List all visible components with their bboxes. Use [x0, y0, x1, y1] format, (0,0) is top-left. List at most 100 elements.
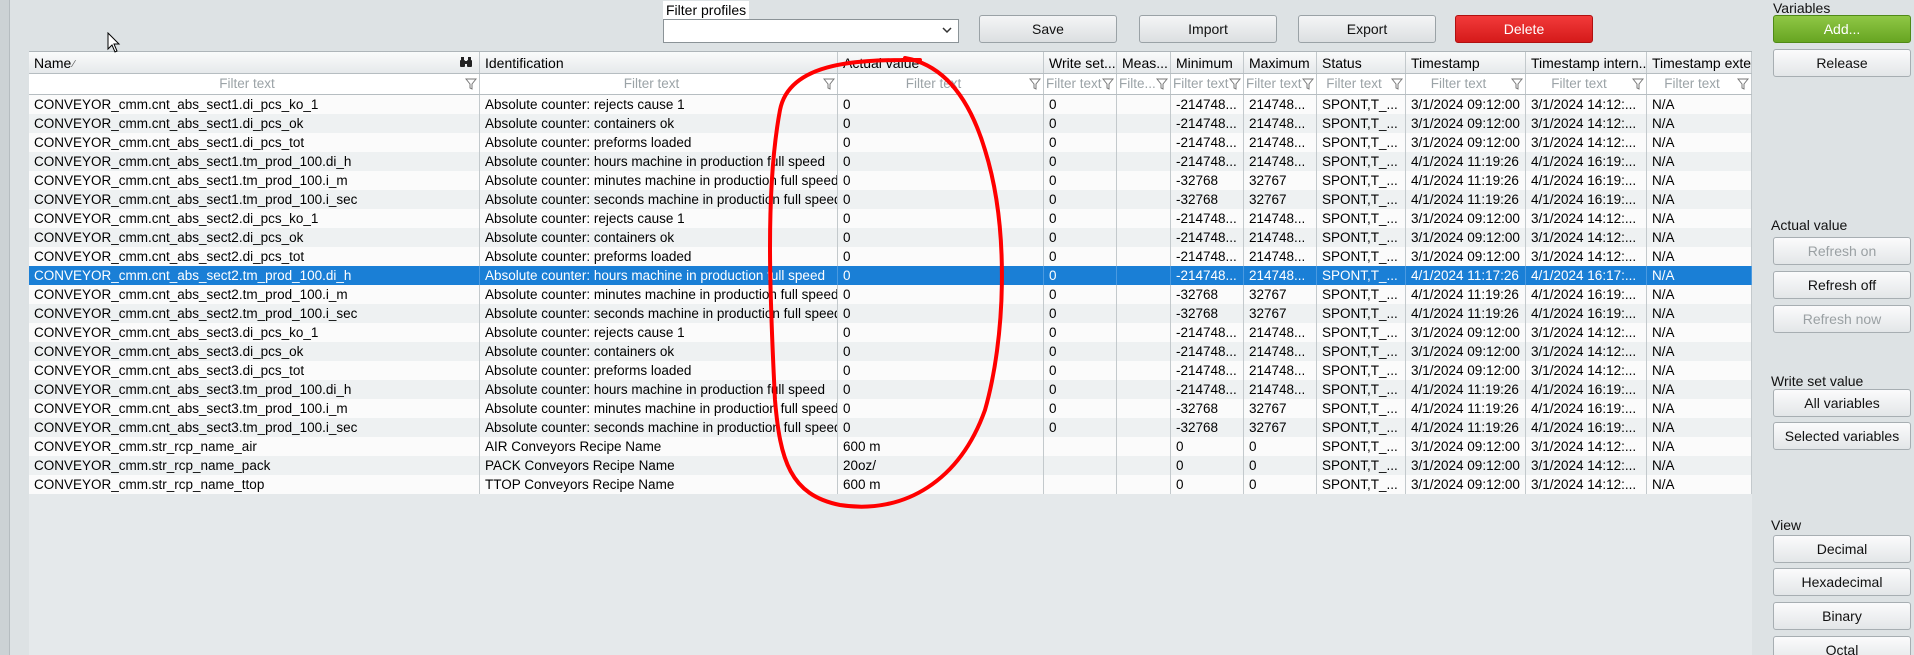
table-row[interactable]: CONVEYOR_cmm.cnt_abs_sect2.di_pcs_tot Abs… [29, 247, 1752, 266]
release-button[interactable]: Release [1773, 49, 1911, 77]
import-button[interactable]: Import [1139, 15, 1277, 43]
filter-funnel-icon[interactable] [823, 78, 835, 90]
table-row[interactable]: CONVEYOR_cmm.cnt_abs_sect3.di_pcs_ok Abso… [29, 342, 1752, 361]
table-cell [1117, 133, 1171, 152]
table-cell: CONVEYOR_cmm.cnt_abs_sect3.di_pcs_tot [29, 361, 480, 380]
table-cell: 0 [838, 418, 1044, 437]
filter-input-10[interactable]: Filter text [1647, 74, 1752, 94]
filter-input-3[interactable]: Filter text [1044, 74, 1117, 94]
filter-input-9[interactable]: Filter text [1526, 74, 1647, 94]
table-cell [1117, 475, 1171, 494]
refresh-on-button[interactable]: Refresh on [1773, 237, 1911, 265]
table-cell: 4/1/2024 11:19:26 [1406, 304, 1526, 323]
filter-input-8[interactable]: Filter text [1406, 74, 1526, 94]
filter-input-5[interactable]: Filter text [1171, 74, 1244, 94]
table-row[interactable]: CONVEYOR_cmm.cnt_abs_sect1.di_pcs_ok Abso… [29, 114, 1752, 133]
refresh-now-button[interactable]: Refresh now [1773, 305, 1911, 333]
filter-input-2[interactable]: Filter text [838, 74, 1044, 94]
column-header-9[interactable]: Timestamp intern... [1526, 52, 1647, 73]
table-cell: SPONT,T_... [1317, 285, 1406, 304]
column-header-7[interactable]: Status [1317, 52, 1406, 73]
table-row[interactable]: CONVEYOR_cmm.cnt_abs_sect1.tm_prod_100.i… [29, 190, 1752, 209]
table-row[interactable]: CONVEYOR_cmm.cnt_abs_sect3.tm_prod_100.d… [29, 380, 1752, 399]
filter-input-7[interactable]: Filter text [1317, 74, 1406, 94]
table-row[interactable]: CONVEYOR_cmm.cnt_abs_sect1.tm_prod_100.d… [29, 152, 1752, 171]
filter-input-0[interactable]: Filter text [29, 74, 480, 94]
filter-funnel-icon[interactable] [1229, 78, 1241, 90]
table-cell: CONVEYOR_cmm.cnt_abs_sect1.tm_prod_100.i… [29, 171, 480, 190]
table-row[interactable]: CONVEYOR_cmm.cnt_abs_sect2.tm_prod_100.d… [29, 266, 1752, 285]
filter-funnel-icon[interactable] [1302, 78, 1314, 90]
table-cell: SPONT,T_... [1317, 323, 1406, 342]
binary-button[interactable]: Binary [1773, 602, 1911, 630]
table-cell: 4/1/2024 11:17:26 [1406, 266, 1526, 285]
column-header-8[interactable]: Timestamp [1406, 52, 1526, 73]
hexadecimal-button[interactable]: Hexadecimal [1773, 568, 1911, 596]
table-cell: -214748... [1171, 114, 1244, 133]
table-cell: 214748... [1244, 342, 1317, 361]
table-cell: CONVEYOR_cmm.cnt_abs_sect3.di_pcs_ok [29, 342, 480, 361]
table-cell: N/A [1647, 418, 1752, 437]
table-row[interactable]: CONVEYOR_cmm.cnt_abs_sect2.tm_prod_100.i… [29, 304, 1752, 323]
table-row[interactable]: CONVEYOR_cmm.cnt_abs_sect2.di_pcs_ko_1 Ab… [29, 209, 1752, 228]
table-cell: 0 [1044, 418, 1117, 437]
column-header-label: Meas... [1122, 55, 1168, 71]
table-cell: SPONT,T_... [1317, 304, 1406, 323]
column-header-label: Name [34, 55, 72, 71]
table-row[interactable]: CONVEYOR_cmm.cnt_abs_sect3.tm_prod_100.i… [29, 418, 1752, 437]
table-row[interactable]: CONVEYOR_cmm.cnt_abs_sect2.tm_prod_100.i… [29, 285, 1752, 304]
add-button[interactable]: Add... [1773, 15, 1911, 43]
column-header-3[interactable]: Write set... [1044, 52, 1117, 73]
table-cell: N/A [1647, 247, 1752, 266]
column-header-10[interactable]: Timestamp exter... [1647, 52, 1752, 73]
chevron-down-icon [942, 27, 952, 34]
table-cell: CONVEYOR_cmm.cnt_abs_sect3.tm_prod_100.i… [29, 399, 480, 418]
filter-funnel-icon[interactable] [1632, 78, 1644, 90]
column-header-4[interactable]: Meas... [1117, 52, 1171, 73]
table-row[interactable]: CONVEYOR_cmm.cnt_abs_sect1.di_pcs_tot Abs… [29, 133, 1752, 152]
column-header-5[interactable]: Minimum [1171, 52, 1244, 73]
table-row[interactable]: CONVEYOR_cmm.str_rcp_name_ttop TTOP Conve… [29, 475, 1752, 494]
filter-input-4[interactable]: Filte... [1117, 74, 1171, 94]
table-row[interactable]: CONVEYOR_cmm.str_rcp_name_pack PACK Conve… [29, 456, 1752, 475]
table-cell [1117, 95, 1171, 114]
table-row[interactable]: CONVEYOR_cmm.cnt_abs_sect3.di_pcs_ko_1 Ab… [29, 323, 1752, 342]
column-header-6[interactable]: Maximum [1244, 52, 1317, 73]
table-row[interactable]: CONVEYOR_cmm.cnt_abs_sect1.di_pcs_ko_1 Ab… [29, 95, 1752, 114]
filter-placeholder: Filter text [905, 76, 962, 91]
filter-funnel-icon[interactable] [1391, 78, 1403, 90]
octal-button[interactable]: Octal [1773, 636, 1911, 655]
table-cell: 0 [1044, 95, 1117, 114]
selected-variables-button[interactable]: Selected variables [1773, 422, 1911, 450]
column-header-2[interactable]: Actual value [838, 52, 1044, 73]
delete-button[interactable]: Delete [1455, 15, 1593, 43]
filter-funnel-icon[interactable] [1102, 78, 1114, 90]
find-icon[interactable] [459, 56, 473, 68]
column-header-0[interactable]: Name ∕ [29, 52, 480, 73]
table-row[interactable]: CONVEYOR_cmm.cnt_abs_sect2.di_pcs_ok Abso… [29, 228, 1752, 247]
table-cell: 4/1/2024 11:19:26 [1406, 171, 1526, 190]
filter-funnel-icon[interactable] [1156, 78, 1168, 90]
table-row[interactable]: CONVEYOR_cmm.cnt_abs_sect3.di_pcs_tot Abs… [29, 361, 1752, 380]
refresh-off-button[interactable]: Refresh off [1773, 271, 1911, 299]
all-variables-button[interactable]: All variables [1773, 389, 1911, 417]
export-button[interactable]: Export [1298, 15, 1436, 43]
filter-funnel-icon[interactable] [1737, 78, 1749, 90]
table-row[interactable]: CONVEYOR_cmm.cnt_abs_sect1.tm_prod_100.i… [29, 171, 1752, 190]
table-row[interactable]: CONVEYOR_cmm.str_rcp_name_air AIR Conveyo… [29, 437, 1752, 456]
table-cell: 3/1/2024 09:12:00 [1406, 247, 1526, 266]
table-row[interactable]: CONVEYOR_cmm.cnt_abs_sect3.tm_prod_100.i… [29, 399, 1752, 418]
table-cell: 3/1/2024 14:12:... [1526, 475, 1647, 494]
filter-funnel-icon[interactable] [1511, 78, 1523, 90]
table-cell: N/A [1647, 437, 1752, 456]
column-header-1[interactable]: Identification [480, 52, 838, 73]
save-button[interactable]: Save [979, 15, 1117, 43]
filter-funnel-icon[interactable] [465, 78, 477, 90]
filter-input-6[interactable]: Filter text [1244, 74, 1317, 94]
table-body: CONVEYOR_cmm.cnt_abs_sect1.di_pcs_ko_1 Ab… [29, 95, 1752, 494]
decimal-button[interactable]: Decimal [1773, 535, 1911, 563]
filter-profiles-select[interactable] [663, 19, 959, 43]
filter-input-1[interactable]: Filter text [480, 74, 838, 94]
table-cell: N/A [1647, 152, 1752, 171]
filter-funnel-icon[interactable] [1029, 78, 1041, 90]
